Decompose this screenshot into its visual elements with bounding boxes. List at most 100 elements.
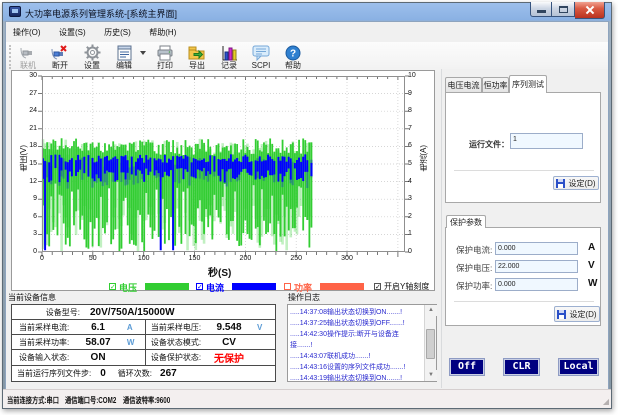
device-mode-value: CV: [222, 336, 236, 348]
toolbar-button-print[interactable]: 打印: [149, 42, 181, 70]
toolbar-button-edit[interactable]: 编辑: [108, 42, 140, 70]
printer-icon: [154, 44, 176, 61]
y-axis-scale-label: 开启Y轴刻度: [384, 282, 430, 291]
menu-bar: 操作(O) 设置(S) 历史(S) 帮助(H): [6, 22, 608, 42]
window-title: 大功率电源系列管理系统-[系统主界面]: [25, 9, 177, 19]
sequence-test-page: 运行文件： 1 设定(D): [445, 92, 601, 203]
current-checkbox[interactable]: ✓: [196, 283, 203, 291]
resize-grip[interactable]: ◢: [603, 397, 609, 406]
log-entry: .....14:37:08输出状态切换到ON.......!: [290, 309, 403, 316]
menu-settings[interactable]: 设置(S): [52, 23, 93, 43]
protect-power-input[interactable]: 0.000: [495, 278, 578, 291]
close-button[interactable]: [575, 2, 605, 19]
save-icon: [556, 178, 566, 188]
voltage-swatch: [145, 283, 189, 290]
status-baud: 通信波特率:9600: [123, 396, 171, 405]
right-panel: 电压电流 恒功率 序列测试 运行文件： 1 设定(D) 保护参数 保护电流: 0…: [441, 69, 608, 388]
log-entry: .....14:42:30操作提示:断开与设备连接.......!: [290, 331, 399, 349]
table-row-power-mode: 当前采样功率: 58.07 W 设备状态模式: CV: [12, 335, 275, 350]
protection-set-button[interactable]: 设定(D): [554, 306, 600, 322]
toolbar-button-help[interactable]: ? 帮助: [277, 42, 309, 70]
maximize-button[interactable]: [552, 2, 575, 17]
protect-current-label: 保护电流:: [456, 245, 493, 255]
edit-list-icon: [113, 44, 135, 61]
sample-current-value: 6.1: [91, 321, 105, 333]
toolbar-button-export[interactable]: 导出: [181, 42, 213, 70]
sample-voltage-value: 9.548: [216, 321, 242, 333]
table-row-model: 设备型号: 20V/750A/15000W: [12, 305, 275, 320]
power-checkbox[interactable]: [284, 283, 291, 290]
chevron-down-icon: [140, 51, 146, 55]
log-lines: .....14:37:08输出状态切换到ON.......! .....14:3…: [290, 307, 419, 384]
legend-current: 电流: [206, 283, 225, 293]
screenshot-canvas: 大功率电源系列管理系统-[系统主界面] 操作(O) 设置(S) 历史(S) 帮助…: [0, 0, 618, 415]
tab-sequence-test[interactable]: 序列测试: [509, 75, 547, 93]
title-bar[interactable]: 大功率电源系列管理系统-[系统主界面]: [3, 2, 611, 21]
table-row-sequence: 当前运行序列文件步: 0 循环次数: 267: [17, 368, 177, 379]
x-axis-label: 秒(S): [208, 268, 232, 279]
protect-state-value: 无保护: [214, 354, 245, 365]
sample-power-value: 58.07: [85, 336, 111, 348]
sequence-set-button[interactable]: 设定(D): [553, 176, 599, 190]
toolbar-button-connect[interactable]: 联机: [12, 42, 44, 70]
scroll-up-icon[interactable]: ▲: [425, 305, 437, 316]
table-row-input-protect: 设备输入状态: ON 设备保护状态: 无保护: [12, 350, 275, 366]
menu-operate[interactable]: 操作(O): [6, 23, 48, 43]
protection-group-tab[interactable]: 保护参数: [446, 215, 486, 228]
menu-help[interactable]: 帮助(H): [142, 23, 183, 43]
protect-voltage-input[interactable]: 22.000: [495, 260, 578, 273]
plug-disconnect-icon: [49, 44, 71, 61]
log-scrollbar[interactable]: ▲ ▼: [424, 305, 437, 381]
y-axis-label-current: 电流(A): [419, 145, 428, 172]
off-button[interactable]: Off: [449, 358, 485, 376]
gear-icon: [81, 44, 103, 61]
toolbar-button-disconnect[interactable]: 断开: [44, 42, 76, 70]
legend-voltage: 电压: [119, 283, 138, 293]
y-right-tick: 10: [408, 72, 416, 79]
menu-history[interactable]: 历史(S): [97, 23, 138, 43]
status-bar: 当前连接方式:串口 通信端口号:COM2 通信波特率:9600 ◢: [3, 389, 611, 408]
protect-current-unit: A: [588, 242, 596, 253]
y-left-tick: 30: [29, 72, 37, 79]
svg-text:?: ?: [290, 48, 296, 59]
toolbar-button-record[interactable]: 记录: [213, 42, 245, 70]
protect-current-input[interactable]: 0.000: [495, 242, 578, 255]
minimize-button[interactable]: [530, 2, 552, 17]
scpi-bubble-icon: [250, 44, 272, 61]
edit-dropdown-button[interactable]: [140, 42, 149, 55]
log-entry: .....14:43:19输出状态切换到ON.......!: [290, 375, 403, 382]
device-info-table: 设备型号: 20V/750A/15000W 当前采样电流: 6.1 A 当前采样…: [11, 304, 276, 382]
export-folder-icon: [186, 44, 208, 61]
status-connection: 当前连接方式:串口: [7, 396, 60, 405]
toolbar: 联机 断开 设置 编辑 打印 导出 记录 SCPI ? 帮助: [6, 42, 608, 72]
voltage-checkbox[interactable]: ✓: [109, 283, 116, 291]
local-button[interactable]: Local: [558, 358, 599, 376]
tab-voltage-current[interactable]: 电压电流: [445, 77, 482, 92]
tab-constant-power[interactable]: 恒功率: [482, 77, 509, 92]
input-state-value: ON: [90, 352, 106, 363]
y-axis-scale-checkbox[interactable]: ✓: [374, 283, 381, 291]
log-section-label: 操作日志: [288, 293, 320, 302]
log-entry: .....14:43:07联机成功.......!: [290, 353, 371, 360]
clr-button[interactable]: CLR: [503, 358, 540, 376]
protect-power-unit: W: [588, 278, 598, 289]
toolbar-button-settings[interactable]: 设置: [76, 42, 108, 70]
scroll-down-icon[interactable]: ▼: [425, 370, 437, 381]
device-model-value: 20V/750A/15000W: [90, 306, 175, 318]
maximize-icon: [559, 6, 568, 13]
log-entry: .....14:43:16设置的序列文件成功.......!: [290, 364, 406, 371]
chart-panel: 30 27 24 21 18 15 12 9 6 3 0 10 9 8 7 6 …: [11, 70, 435, 293]
log-entry: .....14:37:25输出状态切换到OFF.......!: [290, 320, 405, 327]
x-tick: 0: [40, 255, 44, 262]
protection-groupbox: 保护电流: 0.000 A 保护电压: 22.000 V 保护功率: 0.000…: [445, 227, 601, 326]
plug-connect-icon: [17, 44, 39, 61]
run-file-input[interactable]: 1: [510, 133, 583, 149]
scrollbar-thumb[interactable]: [426, 329, 435, 359]
y-axis-label-voltage: 电压(V): [19, 145, 28, 172]
app-icon: [9, 6, 21, 17]
protect-voltage-label: 保护电压:: [456, 263, 493, 273]
minimize-icon: [537, 10, 546, 13]
toolbar-button-scpi[interactable]: SCPI: [245, 42, 277, 70]
device-info-section-label: 当前设备信息: [8, 293, 56, 302]
record-chart-icon: [218, 44, 240, 61]
